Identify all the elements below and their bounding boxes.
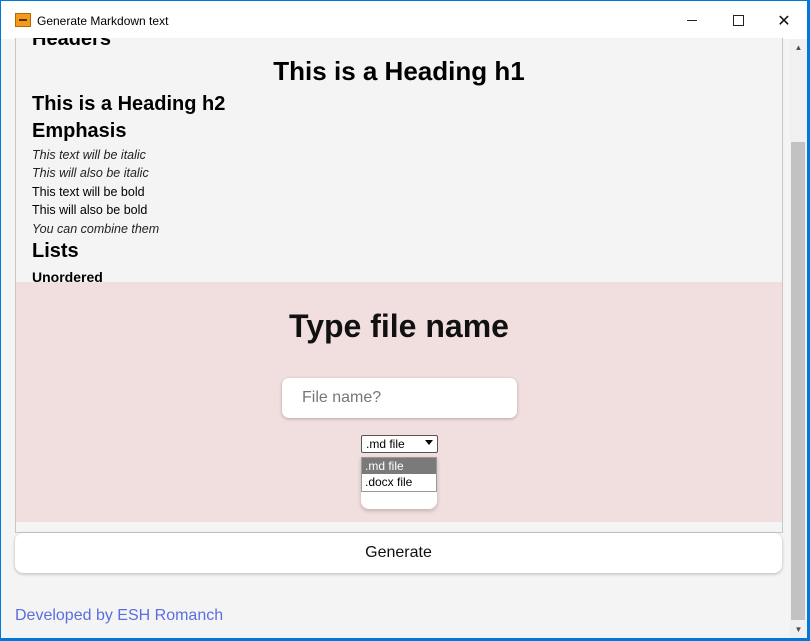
close-button[interactable]: ✕: [761, 1, 807, 39]
preview-h2: This is a Heading h2: [32, 93, 226, 115]
scroll-thumb[interactable]: [791, 142, 805, 620]
preview-lists-heading: Lists: [32, 240, 79, 262]
preview-h1: This is a Heading h1: [273, 56, 525, 86]
preview-combined-line: You can combine them: [32, 222, 160, 236]
markdown-preview[interactable]: Headers This is a Heading h1 This is a H…: [15, 38, 783, 533]
window-title: Generate Markdown text: [37, 14, 169, 28]
close-icon: ✕: [777, 10, 791, 30]
scroll-down-icon[interactable]: ▼: [790, 621, 807, 638]
vertical-scrollbar[interactable]: ▲ ▼: [790, 39, 807, 638]
preview-bold-line: This text will be bold: [32, 185, 145, 199]
preview-italic-line-2: This will also be italic: [32, 166, 149, 180]
maximize-icon: [732, 14, 744, 26]
generate-button[interactable]: Generate: [15, 533, 782, 573]
option-docx-file[interactable]: .docx file: [362, 474, 436, 490]
file-form-panel: Type file name .md file .md file .docx f…: [16, 282, 782, 522]
maximize-button[interactable]: [715, 1, 761, 39]
file-type-dropdown: .md file .docx file: [361, 457, 437, 492]
developer-link[interactable]: Developed by ESH Romanch: [15, 607, 223, 625]
minimize-button[interactable]: [669, 1, 715, 39]
preview-emphasis-heading: Emphasis: [32, 120, 127, 142]
form-title: Type file name: [289, 308, 509, 344]
filename-input[interactable]: [282, 378, 517, 418]
file-type-selected: .md file: [366, 437, 405, 451]
preview-bold-line-2: This will also be bold: [32, 203, 148, 217]
file-type-select[interactable]: .md file: [361, 435, 438, 453]
title-bar: Generate Markdown text ✕: [1, 1, 807, 39]
scroll-up-icon[interactable]: ▲: [790, 39, 807, 56]
preview-headers-heading: Headers: [32, 38, 111, 50]
option-md-file[interactable]: .md file: [362, 458, 436, 474]
app-window: Generate Markdown text ✕ Headers This is…: [1, 1, 807, 638]
minimize-icon: [687, 19, 697, 21]
app-icon: [15, 13, 31, 27]
chevron-down-icon: [425, 440, 433, 445]
generate-label: Generate: [365, 544, 432, 561]
preview-italic-line: This text will be italic: [32, 148, 146, 162]
